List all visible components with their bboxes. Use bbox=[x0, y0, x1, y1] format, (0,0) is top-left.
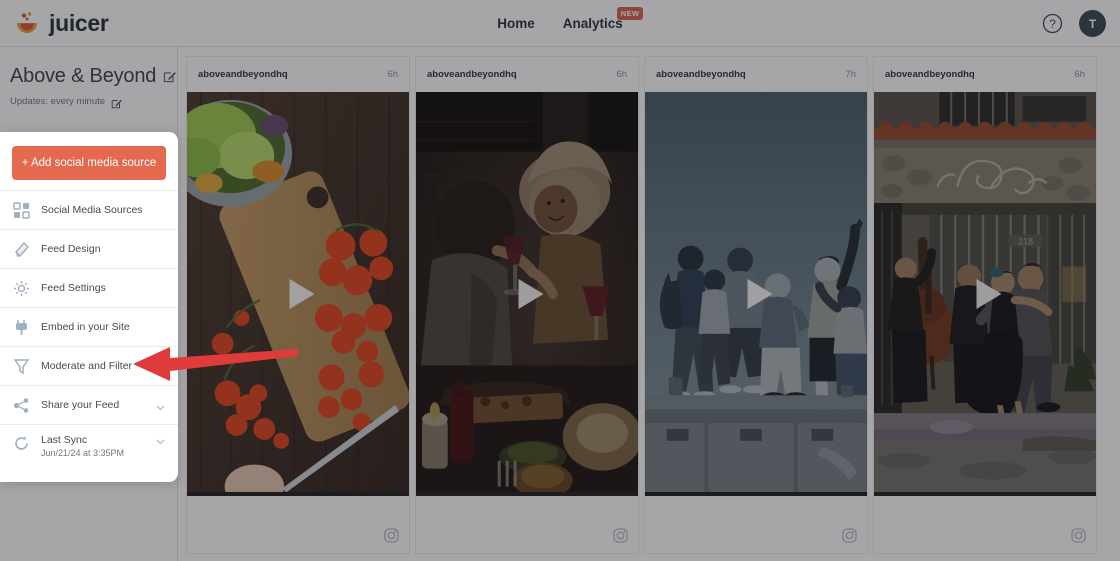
feed-card[interactable]: aboveandbeyondhq 6h bbox=[873, 56, 1097, 554]
feed-card[interactable]: aboveandbeyondhq 6h bbox=[415, 56, 639, 554]
feed-card-header: aboveandbeyondhq 6h bbox=[874, 57, 1096, 92]
instagram-icon bbox=[842, 528, 857, 543]
add-social-media-source-button[interactable]: + Add social media source bbox=[12, 146, 166, 180]
menu-item-label: Feed Settings bbox=[41, 282, 106, 294]
menu-item-label: Embed in your Site bbox=[41, 321, 130, 333]
menu-item-share-your-feed[interactable]: Share your Feed bbox=[0, 385, 178, 424]
feed-card-media[interactable] bbox=[187, 92, 409, 496]
top-navigation-bar: juicer Home Analytics NEW ? T bbox=[0, 0, 1120, 47]
feed-updates-label: Updates: every minute bbox=[10, 96, 106, 107]
instagram-icon bbox=[1071, 528, 1086, 543]
chevron-down-icon[interactable] bbox=[155, 400, 166, 411]
gear-icon bbox=[13, 280, 30, 297]
feed-card-header: aboveandbeyondhq 7h bbox=[645, 57, 867, 92]
edit-pencil-icon[interactable] bbox=[111, 96, 122, 109]
feed-card-timestamp: 6h bbox=[616, 69, 627, 80]
refresh-sync-icon bbox=[13, 435, 30, 452]
menu-item-label: Share your Feed bbox=[41, 399, 120, 411]
feed-card-timestamp: 6h bbox=[1074, 69, 1085, 80]
feed-card-list: aboveandbeyondhq 6h aboveandbeyondhq 6h … bbox=[178, 56, 1120, 554]
nav-link-home[interactable]: Home bbox=[497, 14, 535, 33]
svg-text:?: ? bbox=[1049, 17, 1056, 31]
feed-card-header: aboveandbeyondhq 6h bbox=[187, 57, 409, 92]
feed-card-timestamp: 6h bbox=[387, 69, 398, 80]
feed-actions-menu: + Add social media source Social Media S… bbox=[0, 132, 178, 482]
primary-nav: Home Analytics NEW bbox=[0, 0, 1120, 47]
menu-item-last-sync[interactable]: Last Sync Jun/21/24 at 3:35PM bbox=[0, 424, 178, 472]
menu-item-feed-design[interactable]: Feed Design bbox=[0, 229, 178, 268]
feed-card-footer bbox=[416, 496, 638, 553]
share-nodes-icon bbox=[13, 397, 30, 414]
grid-squares-icon bbox=[13, 201, 30, 219]
feed-card-media[interactable] bbox=[416, 92, 638, 496]
instagram-icon bbox=[384, 528, 399, 543]
nav-actions: ? T bbox=[1042, 0, 1106, 47]
play-triangle-icon[interactable] bbox=[289, 279, 315, 309]
feed-card-header: aboveandbeyondhq 6h bbox=[416, 57, 638, 92]
feed-card-media[interactable]: 218 bbox=[874, 92, 1096, 496]
feed-card-footer bbox=[645, 496, 867, 553]
feed-card-media[interactable] bbox=[645, 92, 867, 496]
feed-card-footer bbox=[187, 496, 409, 553]
page-title: Above & Beyond bbox=[10, 65, 157, 87]
new-badge: NEW bbox=[616, 7, 644, 20]
play-triangle-icon[interactable] bbox=[518, 279, 544, 309]
feed-card-timestamp: 7h bbox=[845, 69, 856, 80]
nav-link-analytics[interactable]: Analytics NEW bbox=[562, 7, 644, 33]
feed-card-username[interactable]: aboveandbeyondhq bbox=[656, 69, 746, 80]
feed-card-username[interactable]: aboveandbeyondhq bbox=[427, 69, 517, 80]
question-circle-icon[interactable]: ? bbox=[1042, 13, 1063, 34]
menu-item-label: Social Media Sources bbox=[41, 204, 143, 216]
menu-item-social-media-sources[interactable]: Social Media Sources bbox=[0, 190, 178, 229]
menu-item-label: Last Sync bbox=[41, 434, 88, 446]
feed-card-username[interactable]: aboveandbeyondhq bbox=[198, 69, 288, 80]
menu-item-embed-in-your-site[interactable]: Embed in your Site bbox=[0, 307, 178, 346]
play-triangle-icon[interactable] bbox=[747, 279, 773, 309]
juicer-dashboard: juicer Home Analytics NEW ? T Above & Be… bbox=[0, 0, 1120, 561]
feed-updates-row: Updates: every minute bbox=[0, 88, 177, 109]
feed-card[interactable]: aboveandbeyondhq 6h bbox=[186, 56, 410, 554]
avatar[interactable]: T bbox=[1079, 10, 1106, 37]
menu-item-label: Feed Design bbox=[41, 243, 101, 255]
play-triangle-icon[interactable] bbox=[976, 279, 1002, 309]
funnel-filter-icon bbox=[13, 358, 30, 375]
edit-pencil-icon[interactable] bbox=[163, 70, 176, 83]
chevron-down-icon[interactable] bbox=[155, 434, 166, 445]
menu-item-moderate-and-filter[interactable]: Moderate and Filter bbox=[0, 346, 178, 385]
feed-card-footer bbox=[874, 496, 1096, 553]
menu-item-label: Moderate and Filter bbox=[41, 360, 133, 372]
instagram-icon bbox=[613, 528, 628, 543]
feed-card[interactable]: aboveandbeyondhq 7h bbox=[644, 56, 868, 554]
menu-item-feed-settings[interactable]: Feed Settings bbox=[0, 268, 178, 307]
nav-link-analytics-label: Analytics bbox=[562, 16, 623, 31]
last-sync-timestamp: Jun/21/24 at 3:35PM bbox=[41, 448, 125, 458]
feed-title-row: Above & Beyond bbox=[0, 47, 177, 88]
plug-icon bbox=[13, 319, 30, 336]
last-sync-text: Last Sync Jun/21/24 at 3:35PM bbox=[41, 434, 124, 458]
feed-grid: aboveandbeyondhq 6h aboveandbeyondhq 6h … bbox=[178, 47, 1120, 561]
paint-roller-icon bbox=[13, 241, 30, 258]
feed-card-username[interactable]: aboveandbeyondhq bbox=[885, 69, 975, 80]
